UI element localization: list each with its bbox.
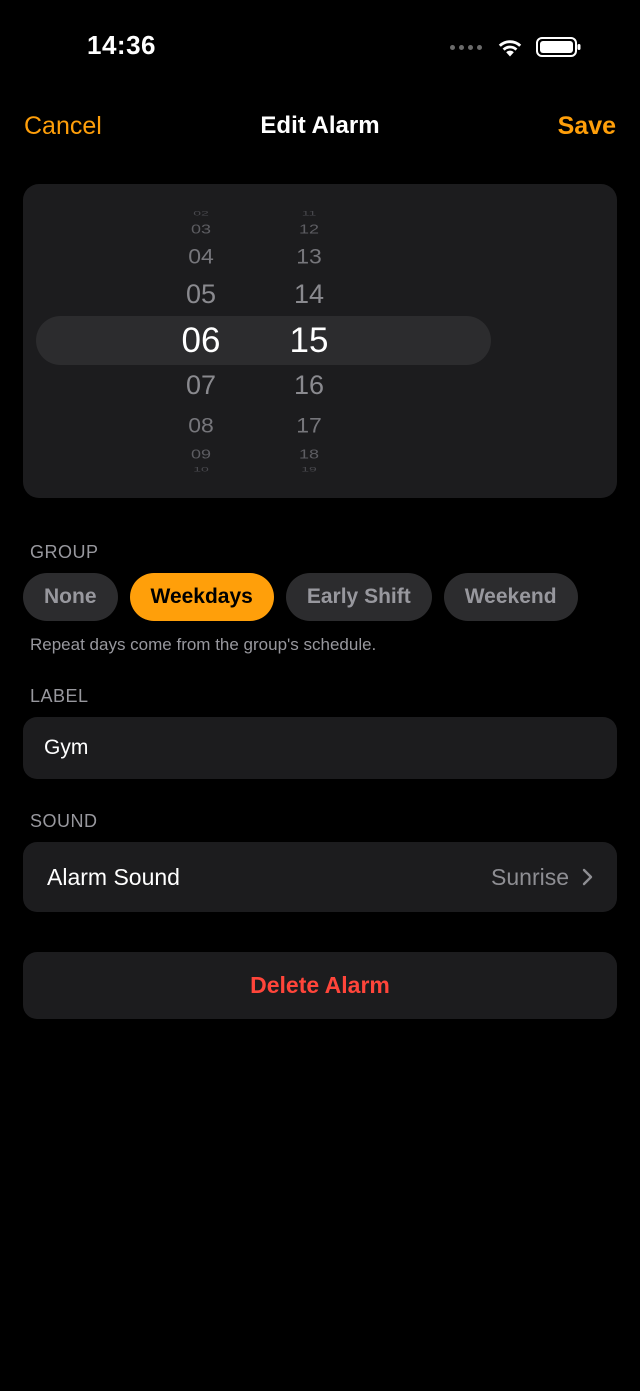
minute-option[interactable]: 17 [269,414,349,436]
minute-wheel[interactable]: 11 12 13 14 15 16 17 18 19 [269,184,349,498]
minute-option[interactable]: 19 [269,466,349,472]
group-note: Repeat days come from the group's schedu… [30,635,377,654]
alarm-sound-title: Alarm Sound [47,864,180,890]
hour-option[interactable]: 03 [161,223,241,236]
status-icons [450,36,582,58]
alarm-sound-row[interactable]: Alarm Sound Sunrise [23,842,617,912]
save-button[interactable]: Save [558,112,616,141]
hour-wheel[interactable]: 02 03 04 05 06 07 08 09 10 [161,184,241,498]
group-chips: None Weekdays Early Shift Weekend [23,573,578,621]
group-chip-none[interactable]: None [23,573,118,621]
hour-option[interactable]: 10 [161,466,241,472]
group-chip-weekdays[interactable]: Weekdays [129,573,274,621]
label-input[interactable]: Gym [23,717,617,779]
hour-option[interactable]: 02 [161,210,241,216]
hour-option[interactable]: 08 [161,414,241,436]
minute-option[interactable]: 18 [269,448,349,461]
battery-icon [536,37,581,57]
cancel-button[interactable]: Cancel [24,112,102,141]
hour-option[interactable]: 09 [161,448,241,461]
hour-option[interactable]: 05 [161,281,241,308]
time-picker[interactable]: 02 03 04 05 06 07 08 09 10 11 12 13 14 1… [23,184,617,498]
group-section-header: GROUP [30,542,99,562]
group-chip-weekend[interactable]: Weekend [443,573,578,621]
hour-option[interactable]: 07 [161,372,241,399]
minute-option[interactable]: 16 [269,372,349,399]
chevron-right-icon [582,868,593,886]
label-section-header: LABEL [30,686,89,706]
minute-option[interactable]: 12 [269,223,349,236]
hour-option[interactable]: 04 [161,245,241,267]
selected-minute[interactable]: 15 [269,323,349,358]
selected-hour[interactable]: 06 [161,323,241,358]
status-bar: 14:36 [0,0,640,90]
minute-option[interactable]: 14 [269,281,349,308]
status-time: 14:36 [87,30,156,60]
delete-alarm-button[interactable]: Delete Alarm [23,952,617,1019]
group-chip-early-shift[interactable]: Early Shift [285,573,432,621]
picker-selection-highlight [36,316,491,365]
alarm-sound-value: Sunrise [491,864,569,890]
sound-section-header: SOUND [30,811,98,831]
signal-dots-icon [450,44,482,50]
minute-option[interactable]: 11 [269,210,349,216]
nav-bar: Cancel Edit Alarm Save [0,104,640,148]
minute-option[interactable]: 13 [269,245,349,267]
wifi-icon [498,40,522,57]
